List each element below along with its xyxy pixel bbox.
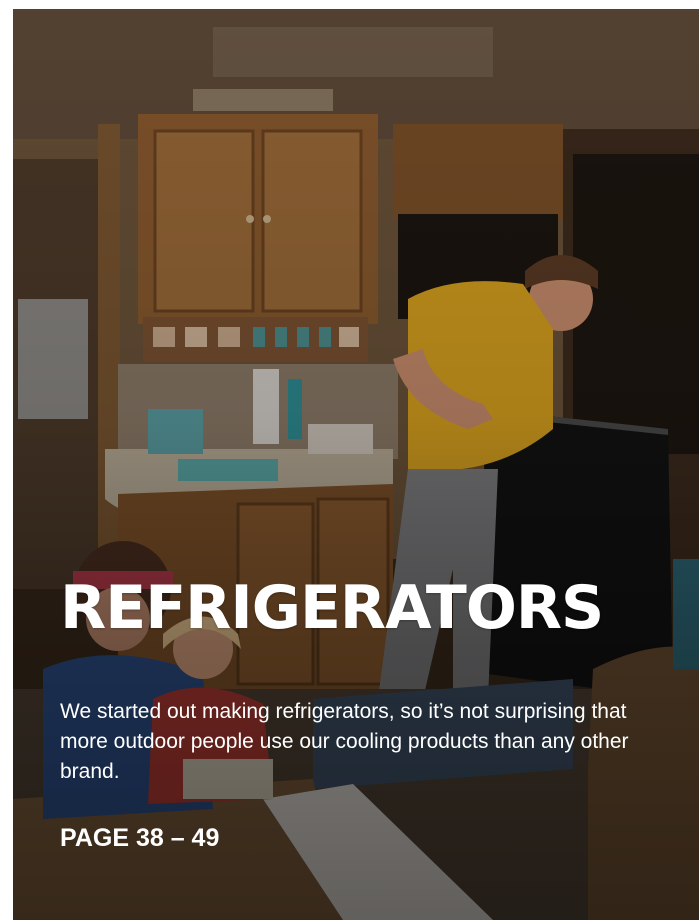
catalog-page: REFRIGERATORS We started out making refr… <box>0 0 699 920</box>
page-range: PAGE 38 – 49 <box>60 824 220 852</box>
section-description: We started out making refrigerators, so … <box>60 700 629 783</box>
section-title: REFRIGERATORS <box>60 573 604 643</box>
